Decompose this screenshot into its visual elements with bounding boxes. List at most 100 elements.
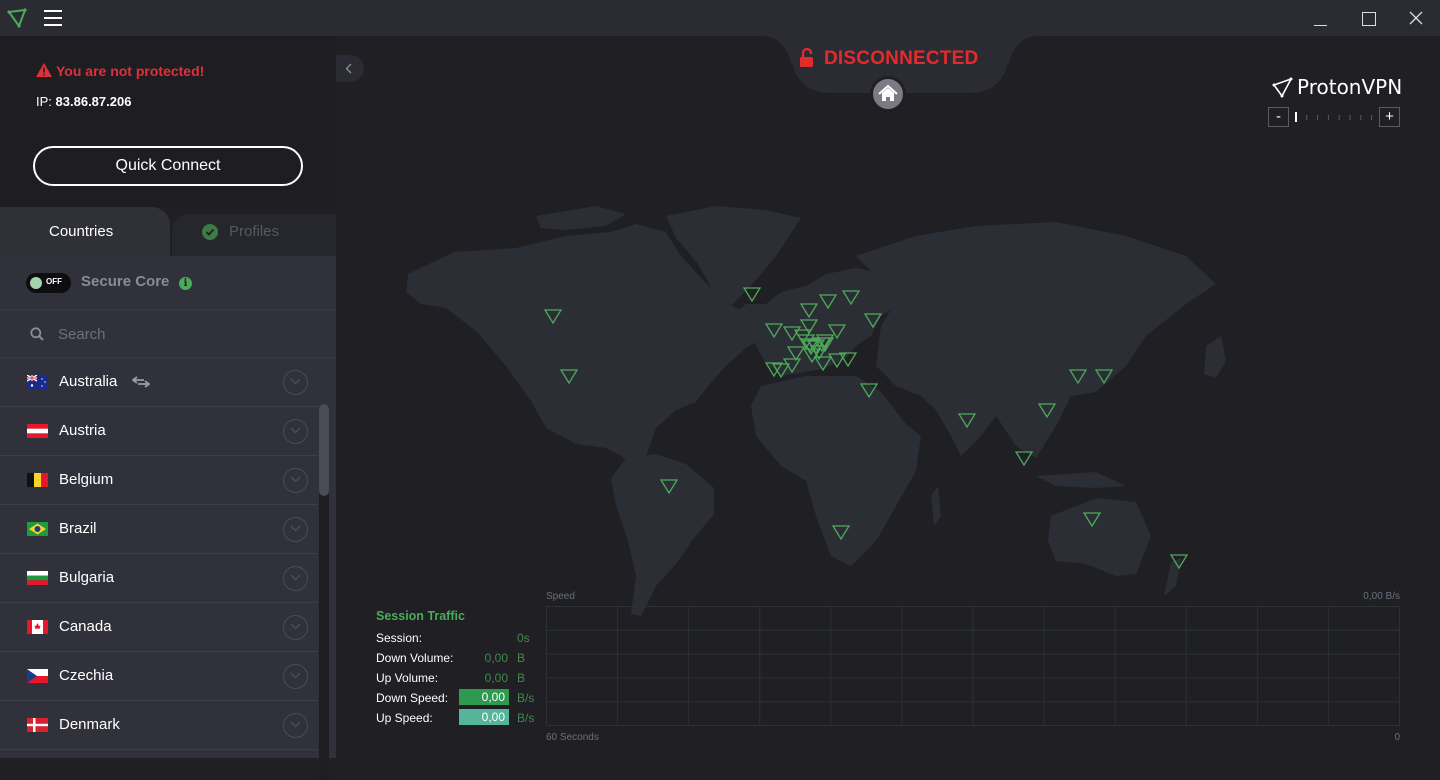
session-traffic-panel: Session Traffic Session: 0s Down Volume:…	[376, 609, 546, 729]
minimize-button[interactable]	[1306, 6, 1334, 30]
tab-countries[interactable]: Countries	[0, 207, 170, 256]
up-speed-value: 0,00	[459, 709, 509, 725]
protection-warning: You are not protected!	[36, 63, 204, 79]
traffic-row-down-speed: Down Speed: 0,00 B/s	[376, 689, 546, 707]
collapse-sidebar-button[interactable]	[336, 55, 364, 82]
traffic-value: 0,00	[484, 671, 508, 685]
secure-core-row: OFF Secure Core i	[0, 256, 336, 310]
flag-brazil-icon	[27, 522, 48, 536]
unlocked-padlock-icon	[800, 48, 813, 67]
hamburger-menu-icon[interactable]	[44, 10, 62, 26]
quick-connect-button[interactable]: Quick Connect	[33, 146, 303, 186]
flag-australia-icon	[27, 375, 48, 389]
land-masses	[406, 206, 1226, 616]
country-row-brazil[interactable]: Brazil	[0, 505, 318, 554]
expand-chevron-icon[interactable]	[283, 615, 308, 640]
expand-chevron-icon[interactable]	[283, 468, 308, 493]
country-row-belgium[interactable]: Belgium	[0, 456, 318, 505]
country-row-czechia[interactable]: Czechia	[0, 652, 318, 701]
country-row-denmark[interactable]: Denmark	[0, 701, 318, 750]
country-name: Czechia	[59, 667, 114, 684]
down-speed-value: 0,00	[459, 689, 509, 705]
flag-czechia-icon	[27, 669, 48, 683]
country-row-austria[interactable]: Austria	[0, 407, 318, 456]
tab-profiles[interactable]: Profiles	[172, 214, 336, 256]
search-row	[0, 310, 336, 358]
zoom-out-button[interactable]: -	[1268, 107, 1289, 127]
expand-chevron-icon[interactable]	[283, 517, 308, 542]
ip-label: IP:	[36, 94, 52, 109]
traffic-unit: B/s	[517, 691, 535, 705]
flag-belgium-icon	[27, 473, 48, 487]
ip-address: IP: 83.86.87.206	[36, 94, 131, 109]
toggle-state-label: OFF	[46, 277, 62, 286]
connection-status-panel: You are not protected! IP: 83.86.87.206 …	[0, 36, 336, 207]
tab-profiles-label: Profiles	[229, 223, 280, 240]
speed-graph-grid	[546, 606, 1400, 726]
close-button[interactable]	[1402, 6, 1430, 30]
countries-panel: OFF Secure Core i Australia Austria	[0, 256, 336, 780]
maximize-button[interactable]	[1354, 6, 1382, 30]
country-list-scrollbar[interactable]	[319, 404, 329, 780]
landmass-africa	[751, 376, 921, 566]
country-name: Bulgaria	[59, 569, 115, 586]
warning-icon	[36, 63, 52, 77]
toggle-knob	[30, 277, 42, 289]
brand-name: ProtonVPN	[1297, 75, 1403, 99]
home-icon	[878, 84, 898, 101]
zoom-slider[interactable]	[1294, 110, 1374, 124]
flag-denmark-icon	[27, 718, 48, 732]
session-traffic-title: Session Traffic	[376, 609, 465, 623]
zoom-slider-thumb[interactable]	[1295, 112, 1297, 122]
traffic-label: Session:	[376, 631, 423, 645]
speed-graph-max-label: 0,00 B/s	[1363, 591, 1400, 602]
country-name: Belgium	[59, 471, 114, 488]
expand-chevron-icon[interactable]	[283, 566, 308, 591]
info-icon[interactable]: i	[179, 277, 192, 290]
home-location-button[interactable]	[870, 76, 906, 112]
country-list: Australia Austria Belgium Brazil Bulgari…	[0, 358, 318, 750]
zoom-in-button[interactable]: +	[1379, 107, 1400, 127]
expand-chevron-icon[interactable]	[283, 664, 308, 689]
protonvpn-logo-icon	[1272, 77, 1293, 98]
country-name: Australia	[59, 373, 118, 390]
traffic-label: Up Volume:	[376, 671, 439, 685]
speed-graph-x-start: 60 Seconds	[546, 732, 599, 743]
landmass-australia	[1048, 498, 1151, 576]
country-name: Canada	[59, 618, 112, 635]
chevron-left-icon	[345, 63, 352, 74]
traffic-label: Down Volume:	[376, 651, 454, 665]
close-icon	[1409, 11, 1423, 25]
country-name: Brazil	[59, 520, 97, 537]
protonvpn-logo-icon	[7, 8, 27, 28]
ip-value: 83.86.87.206	[55, 94, 132, 109]
map-zoom-control: - +	[1268, 107, 1400, 129]
traffic-label: Up Speed:	[376, 711, 433, 725]
traffic-unit: B	[517, 671, 526, 685]
country-row-bulgaria[interactable]: Bulgaria	[0, 554, 318, 603]
sidebar: You are not protected! IP: 83.86.87.206 …	[0, 36, 336, 780]
world-map[interactable]	[336, 196, 1440, 616]
scrollbar-thumb[interactable]	[319, 404, 329, 496]
secure-core-label: Secure Core	[81, 273, 170, 290]
traffic-value: 0,00	[484, 651, 508, 665]
country-name: Denmark	[59, 716, 120, 733]
flag-canada-icon	[27, 620, 48, 634]
p2p-icon	[132, 376, 150, 388]
title-bar	[0, 0, 1440, 36]
check-circle-icon	[202, 224, 218, 240]
speed-graph: Speed 0,00 B/s 60 Seconds 0	[546, 589, 1400, 749]
traffic-row-session: Session: 0s	[376, 629, 546, 647]
sidebar-tabs: Countries Profiles	[0, 207, 336, 256]
expand-chevron-icon[interactable]	[283, 713, 308, 738]
search-icon	[30, 327, 44, 341]
country-row-australia[interactable]: Australia	[0, 358, 318, 407]
expand-chevron-icon[interactable]	[283, 370, 308, 395]
expand-chevron-icon[interactable]	[283, 419, 308, 444]
search-input[interactable]	[58, 320, 298, 348]
secure-core-toggle[interactable]: OFF	[26, 273, 71, 293]
traffic-row-up-speed: Up Speed: 0,00 B/s	[376, 709, 546, 727]
traffic-value: 0s	[517, 631, 530, 645]
warning-text: You are not protected!	[56, 63, 205, 79]
country-row-canada[interactable]: Canada	[0, 603, 318, 652]
